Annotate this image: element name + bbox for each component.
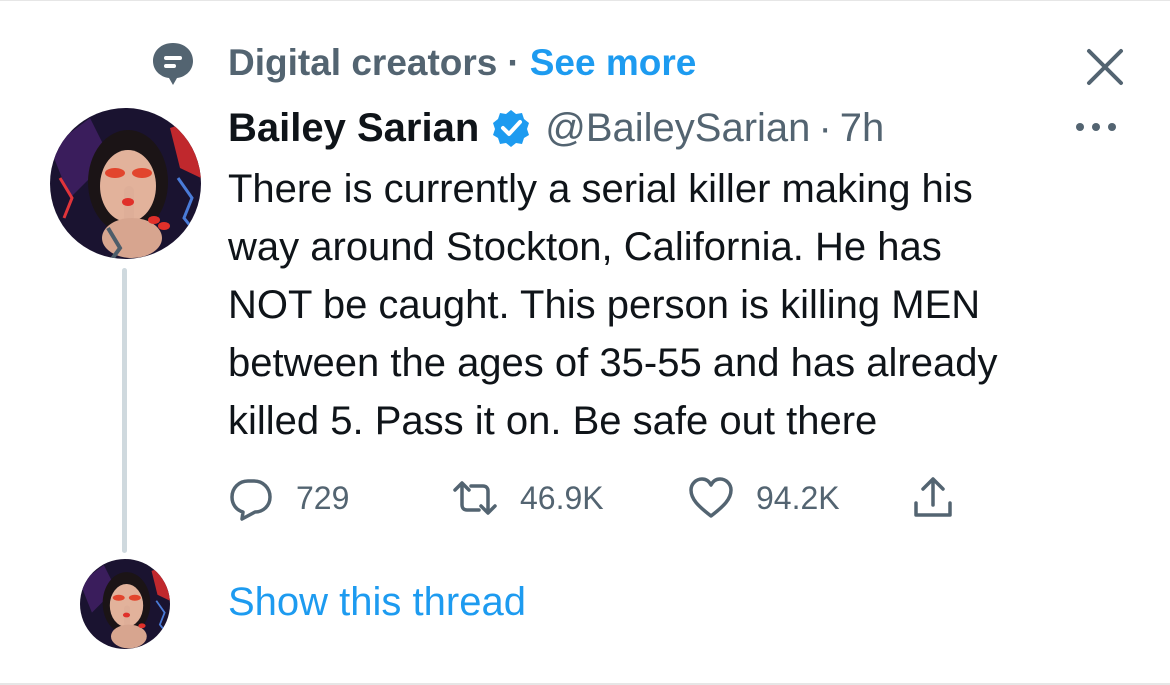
header-separator: · — [818, 105, 832, 150]
reply-button[interactable]: 729 — [228, 470, 349, 526]
retweet-button[interactable]: 46.9K — [452, 470, 604, 526]
heart-icon — [689, 477, 733, 518]
tweet-timestamp[interactable]: 7h — [840, 106, 885, 151]
reply-count: 729 — [296, 479, 350, 516]
more-options-icon[interactable] — [1070, 112, 1122, 142]
like-count: 94.2K — [756, 479, 840, 516]
verified-badge-icon — [493, 110, 530, 147]
share-icon — [914, 477, 952, 517]
author-handle[interactable]: @BaileySarian — [545, 106, 810, 151]
retweet-icon — [453, 481, 497, 515]
context-separator: · — [507, 42, 520, 83]
thread-avatar[interactable] — [80, 559, 170, 649]
tweet-card: Digital creators · See more Bailey Sarian — [0, 0, 1170, 685]
author-name[interactable]: Bailey Sarian — [228, 106, 479, 151]
retweet-count: 46.9K — [520, 479, 604, 516]
share-button[interactable] — [910, 470, 956, 526]
reply-icon — [230, 479, 272, 521]
tweet-header: Bailey Sarian @BaileySarian · 7h — [228, 102, 884, 154]
topic-bubble-icon — [153, 43, 193, 85]
see-more-link[interactable]: See more — [530, 42, 697, 83]
avatar-image — [50, 108, 201, 259]
topic-label[interactable]: Digital creators — [228, 42, 497, 83]
top-divider — [0, 0, 1170, 1]
avatar-image — [80, 559, 170, 649]
tweet-text: There is currently a serial killer makin… — [228, 167, 998, 443]
thread-connector-line — [122, 268, 127, 553]
close-icon[interactable] — [1082, 44, 1128, 90]
show-thread-link[interactable]: Show this thread — [228, 580, 526, 625]
avatar[interactable] — [50, 108, 201, 259]
like-button[interactable]: 94.2K — [688, 470, 840, 526]
